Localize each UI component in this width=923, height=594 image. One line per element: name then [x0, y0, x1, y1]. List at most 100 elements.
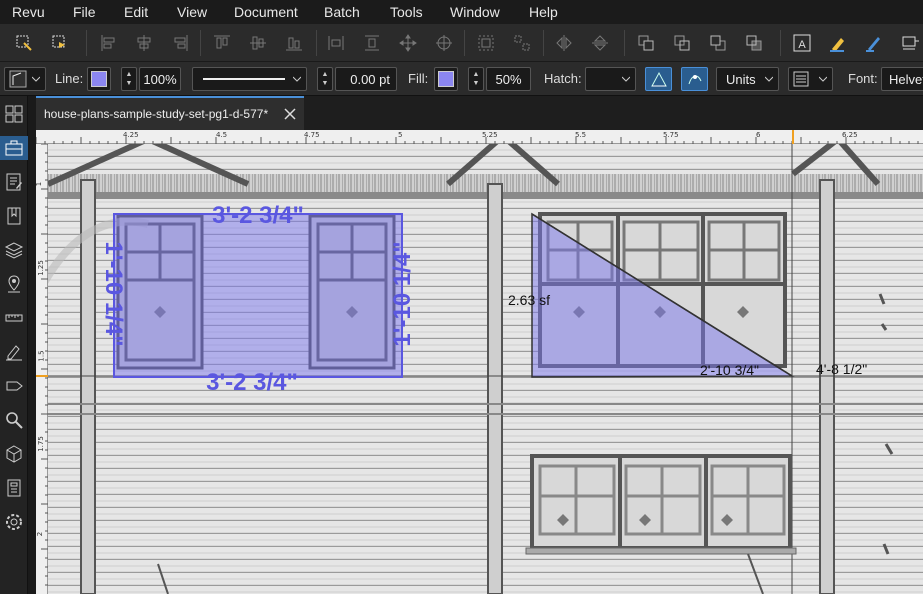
properties-icon[interactable]: [2, 170, 26, 194]
measurements-icon[interactable]: [2, 306, 26, 330]
align-center-icon[interactable]: [132, 31, 156, 55]
center-icon[interactable]: [432, 31, 456, 55]
line-style-dropdown[interactable]: [192, 67, 307, 91]
fill-color-swatch[interactable]: [434, 67, 458, 91]
trim-post: [80, 179, 96, 594]
area-label[interactable]: 2.63 sf: [508, 292, 550, 308]
signatures-icon[interactable]: [2, 340, 26, 364]
ruler-tick-label: 6: [756, 131, 761, 139]
distance-length-label[interactable]: 4'-8 1/2": [816, 361, 867, 377]
thumbnails-icon[interactable]: [2, 102, 26, 126]
line-opacity-spinner[interactable]: ▲ ▼: [121, 67, 137, 91]
ruler-tick-label: 2: [36, 531, 45, 537]
hatch-dropdown[interactable]: [585, 67, 636, 91]
snap-to-content-button[interactable]: [645, 67, 672, 91]
align-top-icon[interactable]: [210, 31, 234, 55]
area-markup-rectangle[interactable]: [113, 213, 403, 378]
menu-batch[interactable]: Batch: [324, 4, 360, 20]
line-width-field[interactable]: 0.00 pt: [335, 67, 397, 91]
align-left-icon[interactable]: [97, 31, 121, 55]
chevron-down-icon: [32, 76, 40, 82]
menu-revu[interactable]: Revu: [12, 4, 45, 20]
flip-vertical-icon[interactable]: [588, 31, 612, 55]
close-icon[interactable]: [284, 108, 296, 120]
highlight-pen-icon[interactable]: [826, 31, 850, 55]
chevron-down-icon: [622, 76, 630, 82]
ruler-tick-label: 5.75: [663, 131, 679, 139]
ruler-tick-label: 1.25: [36, 260, 45, 276]
menu-help[interactable]: Help: [529, 4, 558, 20]
hypotenuse-length-label[interactable]: 2'-10 3/4": [700, 362, 759, 378]
paste-markup-icon[interactable]: [48, 31, 72, 55]
chevron-down-icon: [819, 76, 827, 82]
units-dropdown[interactable]: Units: [716, 67, 779, 91]
settings-gear-icon[interactable]: [2, 510, 26, 534]
font-dropdown[interactable]: Helvet: [881, 67, 923, 91]
flip-horizontal-icon[interactable]: [552, 31, 576, 55]
menu-document[interactable]: Document: [234, 4, 298, 20]
dimension-top[interactable]: 3'-2 3/4": [212, 202, 304, 229]
text-box-icon[interactable]: A: [790, 31, 814, 55]
ungroup-icon[interactable]: [510, 31, 534, 55]
distribute-horizontal-icon[interactable]: [324, 31, 348, 55]
ruler-ticks: [36, 130, 919, 144]
chevron-down-icon: [765, 76, 773, 82]
align-middle-icon[interactable]: [246, 31, 270, 55]
ruler-tick-label: 1.5: [37, 350, 46, 362]
menu-window[interactable]: Window: [450, 4, 500, 20]
ruler-tick-label: 4.5: [216, 131, 228, 139]
menu-tools[interactable]: Tools: [390, 4, 423, 20]
spaces-icon[interactable]: [2, 442, 26, 466]
fill-label: Fill:: [408, 71, 429, 86]
layout-icon: [793, 71, 809, 87]
move-icon[interactable]: [396, 31, 420, 55]
bring-forward-icon[interactable]: [670, 31, 694, 55]
distribute-vertical-icon[interactable]: [360, 31, 384, 55]
layout-dropdown[interactable]: [788, 67, 833, 91]
send-backward-icon[interactable]: [706, 31, 730, 55]
send-back-icon[interactable]: [742, 31, 766, 55]
font-label: Font:: [848, 71, 878, 86]
stamp-icon[interactable]: [898, 31, 922, 55]
forms-icon[interactable]: [2, 476, 26, 500]
search-icon[interactable]: [2, 408, 26, 432]
snap-to-markup-button[interactable]: [681, 67, 708, 91]
elevation-drawing: 3'-2 3/4" 3'-2 3/4" 1'-10 1/4" 1'-10 1/4…: [48, 144, 923, 594]
dimension-bottom[interactable]: 3'-2 3/4": [206, 369, 298, 396]
menu-edit[interactable]: Edit: [124, 4, 148, 20]
bring-front-icon[interactable]: [634, 31, 658, 55]
separator: [624, 30, 625, 56]
layers-icon[interactable]: [2, 238, 26, 262]
separator: [780, 30, 781, 56]
places-icon[interactable]: [2, 272, 26, 296]
toolchest-icon[interactable]: [0, 136, 28, 160]
polygon-tool-icon: [9, 70, 27, 88]
group-icon[interactable]: [474, 31, 498, 55]
select-markup-icon[interactable]: [12, 31, 36, 55]
document-tab[interactable]: house-plans-sample-study-set-pg1-d-577*: [36, 96, 304, 130]
tags-icon[interactable]: [2, 374, 26, 398]
line-opacity-field[interactable]: 100%: [139, 67, 181, 91]
ruler-tick-label: 5.5: [575, 131, 587, 139]
align-bottom-icon[interactable]: [282, 31, 306, 55]
ruler-tick-label: 4.75: [304, 131, 320, 139]
dimension-right[interactable]: 1'-10 1/4": [389, 241, 416, 346]
line-width-spinner[interactable]: ▲ ▼: [317, 67, 333, 91]
shape-style-dropdown[interactable]: [4, 67, 46, 91]
drawing-canvas[interactable]: 3'-2 3/4" 3'-2 3/4" 1'-10 1/4" 1'-10 1/4…: [48, 144, 923, 594]
dimension-left[interactable]: 1'-10 1/4": [100, 241, 127, 346]
bookmarks-icon[interactable]: [2, 204, 26, 228]
fill-opacity-field[interactable]: 50%: [486, 67, 531, 91]
align-right-icon[interactable]: [168, 31, 192, 55]
menu-view[interactable]: View: [177, 4, 207, 20]
line-style-preview: [203, 78, 285, 80]
line-color-swatch[interactable]: [87, 67, 111, 91]
separator: [464, 30, 465, 56]
menu-file[interactable]: File: [73, 4, 96, 20]
hatch-label: Hatch:: [544, 71, 582, 86]
chevron-down-icon: [293, 76, 301, 82]
fill-opacity-spinner[interactable]: ▲ ▼: [468, 67, 484, 91]
pen-icon[interactable]: [862, 31, 886, 55]
separator: [316, 30, 317, 56]
ruler-tick-label: 5.25: [482, 131, 498, 139]
